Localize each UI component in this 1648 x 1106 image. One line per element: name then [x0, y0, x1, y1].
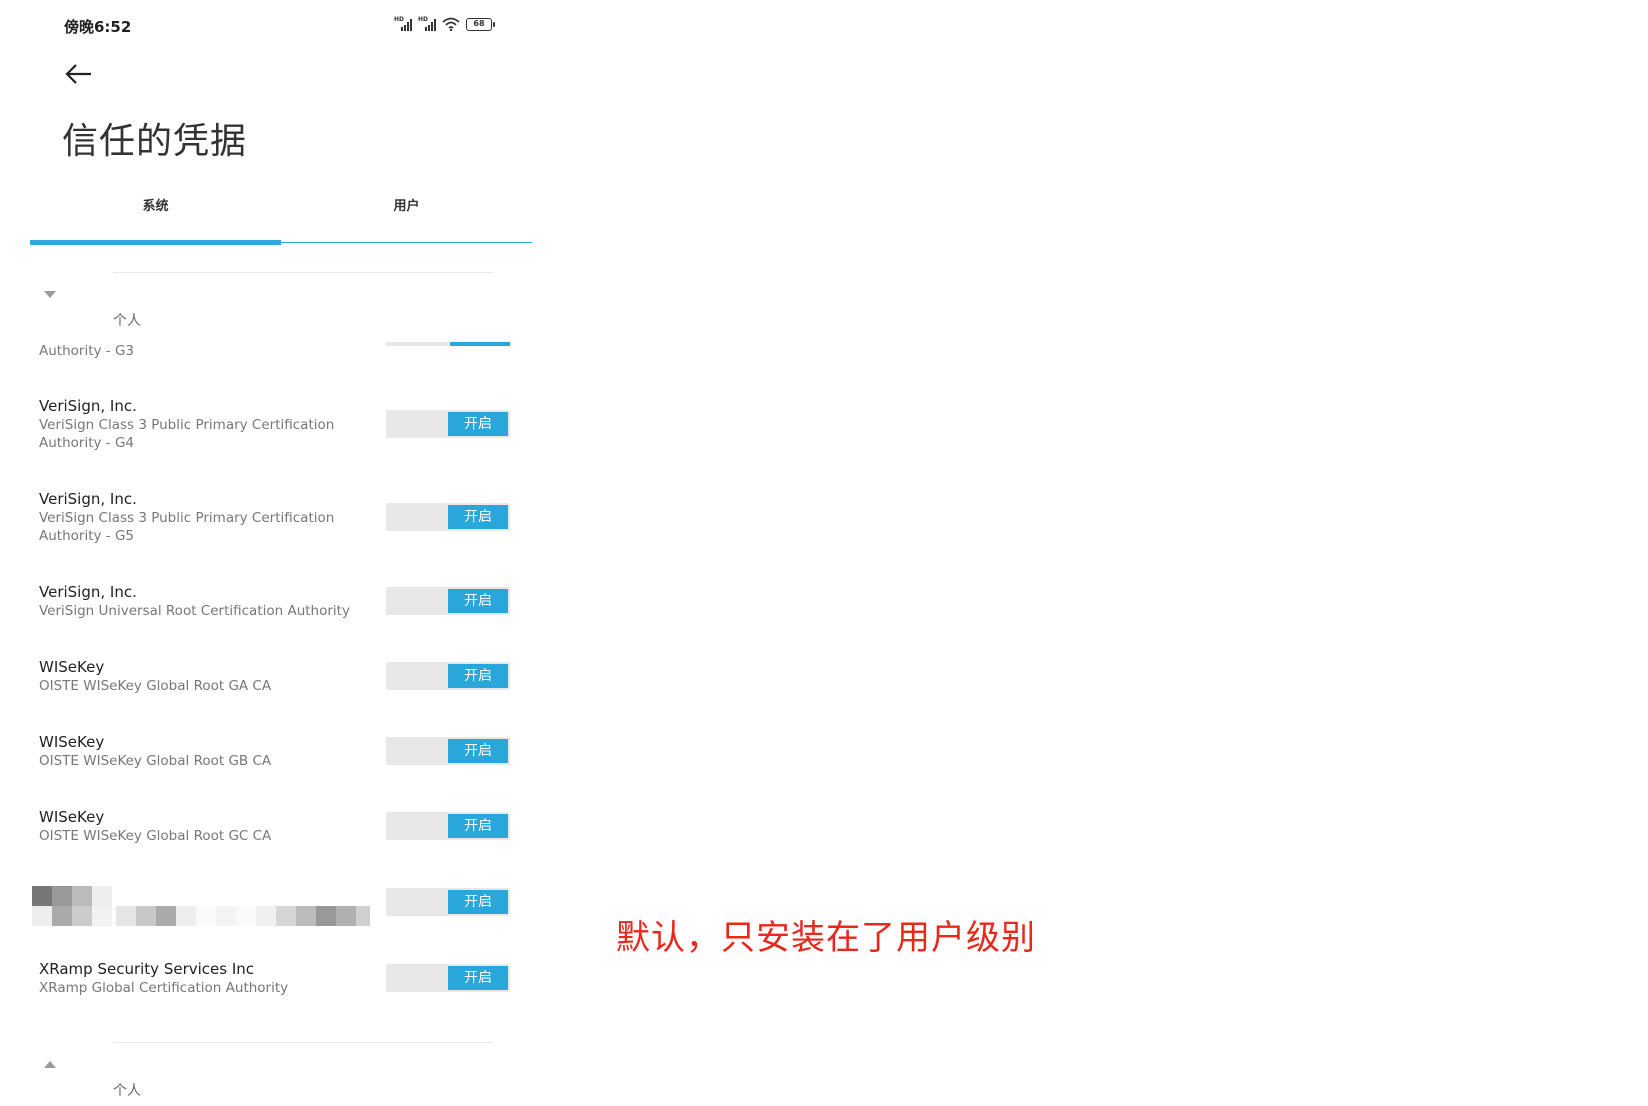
page-title: 信任的凭据	[62, 121, 248, 162]
cert-name: VeriSign Universal Root Certification Au…	[39, 603, 350, 619]
status-time: 傍晚6:52	[64, 18, 132, 36]
tab-user[interactable]: 用户	[281, 198, 532, 246]
cert-name: OISTE WISeKey Global Root GB CA	[39, 753, 272, 769]
cert-toggle[interactable]: 开启	[386, 964, 510, 992]
back-arrow-icon[interactable]	[64, 62, 94, 86]
wifi-icon	[442, 17, 460, 31]
toggle-label: 开启	[448, 814, 508, 838]
status-icons: HD HD 68	[394, 16, 495, 31]
cert-name: VeriSign Class 3 Public Primary Certific…	[39, 417, 335, 451]
redacted-cert-row	[30, 886, 370, 928]
signal-icon: HD	[394, 16, 412, 31]
toggle-label: 开启	[448, 505, 508, 529]
cert-toggle-partial[interactable]	[386, 342, 510, 346]
cert-name: VeriSign Class 3 Public Primary Certific…	[39, 510, 335, 544]
cert-name: OISTE WISeKey Global Root GC CA	[39, 828, 272, 844]
cert-name: OISTE WISeKey Global Root GA CA	[39, 678, 272, 694]
cert-name: Authority - G3	[39, 343, 134, 359]
signal-icon: HD	[418, 16, 436, 31]
section-label: 个人	[113, 1083, 141, 1099]
collapse-caret-icon[interactable]	[44, 291, 56, 298]
cert-toggle[interactable]: 开启	[386, 587, 510, 615]
tab-indicator	[30, 240, 281, 245]
cert-toggle[interactable]: 开启	[386, 812, 510, 840]
tab-bar: 系统 用户	[30, 198, 532, 246]
cert-toggle[interactable]: 开启	[386, 662, 510, 690]
toggle-label: 开启	[448, 966, 508, 990]
toggle-label: 开启	[448, 890, 508, 914]
phone-screen: 傍晚6:52 HD HD 68 信任的凭据 系统 用户 个人 Authority…	[0, 0, 533, 1106]
cert-toggle[interactable]: 开启	[386, 888, 510, 916]
toggle-label: 开启	[448, 739, 508, 763]
toggle-label: 开启	[448, 589, 508, 613]
cert-toggle[interactable]: 开启	[386, 737, 510, 765]
tab-system[interactable]: 系统	[30, 198, 281, 246]
section-label: 个人	[113, 313, 141, 329]
battery-icon: 68	[466, 17, 495, 31]
expand-caret-icon[interactable]	[44, 1061, 56, 1068]
toggle-label: 开启	[448, 664, 508, 688]
cert-name: XRamp Global Certification Authority	[39, 980, 289, 996]
divider	[113, 272, 493, 273]
toggle-label: 开启	[448, 412, 508, 436]
annotation-text: 默认，只安装在了用户级别	[616, 918, 1036, 958]
divider	[113, 1042, 493, 1043]
cert-toggle[interactable]: 开启	[386, 410, 510, 438]
cert-toggle[interactable]: 开启	[386, 503, 510, 531]
